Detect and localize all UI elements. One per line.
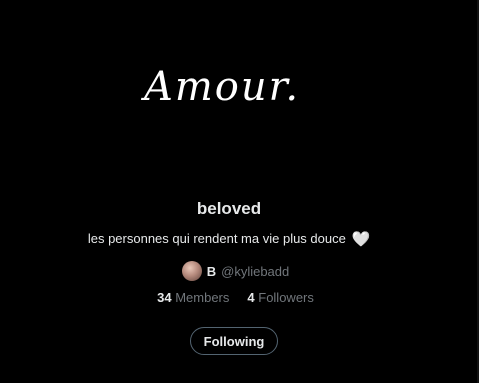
owner-handle[interactable]: @kyliebadd xyxy=(221,264,289,279)
list-banner: Amour. xyxy=(0,0,479,180)
followers-count: 4 xyxy=(247,290,255,305)
owner-name[interactable]: B xyxy=(207,264,216,279)
members-count: 34 xyxy=(157,290,172,305)
white-heart-icon: 🤍 xyxy=(351,231,371,248)
list-description: les personnes qui rendent ma vie plus do… xyxy=(0,230,458,248)
list-owner[interactable]: B @kyliebadd xyxy=(0,260,458,282)
members-link[interactable]: 34 Members xyxy=(157,290,229,310)
list-name: beloved xyxy=(196,199,262,218)
list-info: beloved les personnes qui rendent ma vie… xyxy=(0,196,458,310)
following-button[interactable]: Following xyxy=(190,327,278,355)
members-label: Members xyxy=(175,290,230,305)
banner-text: Amour. xyxy=(143,64,301,110)
followers-label: Followers xyxy=(258,290,314,305)
avatar[interactable] xyxy=(181,261,202,281)
list-stats: 34 Members 4 Followers xyxy=(0,290,458,310)
list-description-text: les personnes qui rendent ma vie plus do… xyxy=(87,231,346,246)
followers-link[interactable]: 4 Followers xyxy=(247,290,313,310)
